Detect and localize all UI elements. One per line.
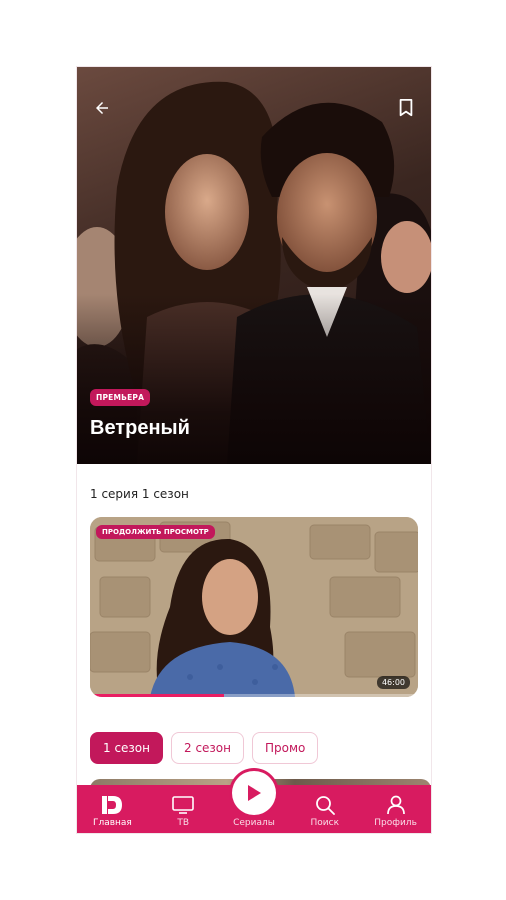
nav-tv-label: ТВ — [177, 818, 190, 828]
nav-profile-label: Профиль — [374, 818, 417, 828]
play-icon — [248, 785, 261, 801]
tv-icon — [172, 796, 194, 814]
back-button[interactable] — [89, 95, 115, 121]
season-tabs: 1 сезон 2 сезон Промо — [90, 732, 319, 764]
hero-poster: ПРЕМЬЕРА Ветреный — [77, 67, 431, 464]
show-title: Ветреный — [90, 417, 190, 439]
bookmark-icon — [399, 99, 413, 117]
premiere-badge: ПРЕМЬЕРА — [90, 389, 151, 406]
play-button[interactable] — [232, 771, 276, 815]
tab-promo[interactable]: Промо — [252, 732, 319, 764]
tab-season-1[interactable]: 1 сезон — [90, 732, 163, 764]
nav-home[interactable]: Главная — [77, 785, 148, 833]
nav-series-label: Сериалы — [233, 818, 275, 828]
nav-search[interactable]: Поиск — [289, 785, 360, 833]
nav-profile[interactable]: Профиль — [360, 785, 431, 833]
episode-label: 1 серия 1 сезон — [90, 487, 189, 501]
watch-progress-bar — [90, 694, 418, 697]
bottom-navigation: Главная ТВ Сериалы Поиск Профиль — [77, 771, 431, 833]
watch-progress-fill — [90, 694, 225, 697]
nav-tv[interactable]: ТВ — [148, 785, 219, 833]
back-arrow-icon — [96, 102, 108, 114]
bookmark-button[interactable] — [393, 95, 419, 121]
nav-home-label: Главная — [92, 818, 132, 828]
search-icon — [315, 796, 335, 815]
profile-icon — [386, 795, 405, 815]
continue-watching-card[interactable]: ПРОДОЛЖИТЬ ПРОСМОТР 46:00 — [90, 517, 418, 697]
duration-label: 46:00 — [376, 676, 410, 689]
episode-thumbnail — [90, 517, 418, 697]
nav-search-label: Поиск — [310, 818, 340, 828]
continue-watching-badge: ПРОДОЛЖИТЬ ПРОСМОТР — [96, 525, 215, 539]
home-logo-icon — [102, 796, 123, 814]
tab-season-2[interactable]: 2 сезон — [171, 732, 244, 764]
app-screen: ПРЕМЬЕРА Ветреный 1 серия 1 сезон ПРОДОЛ… — [77, 67, 431, 833]
